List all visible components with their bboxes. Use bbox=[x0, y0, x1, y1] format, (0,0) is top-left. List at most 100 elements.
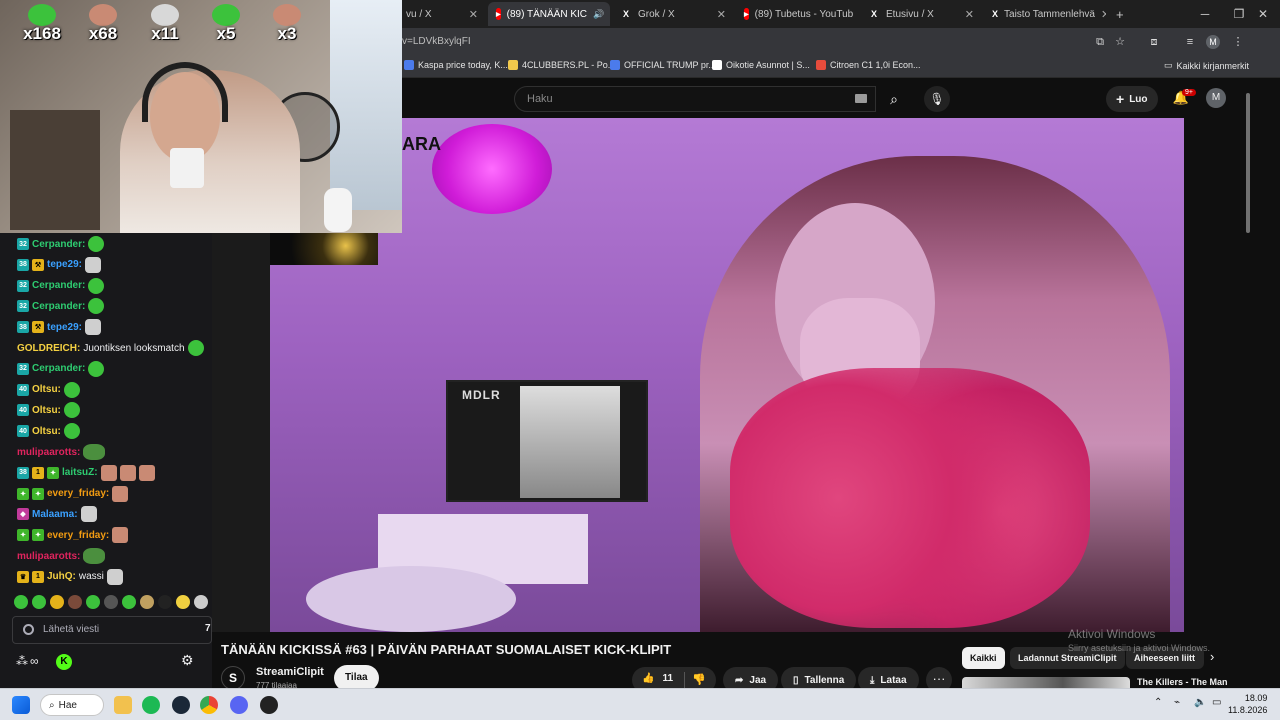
extensions-icon[interactable]: ⧈ bbox=[1146, 34, 1162, 50]
chat-message[interactable]: 40 Oltsu: bbox=[17, 400, 80, 420]
search-button[interactable]: ⌕ bbox=[876, 86, 912, 112]
recommended-thumbnail[interactable] bbox=[962, 677, 1130, 688]
tab-youtube-active[interactable]: ▶ (89) TÄNÄÄN KIC 🔊 ✕ bbox=[488, 2, 610, 26]
emote-icon[interactable] bbox=[140, 595, 154, 609]
infinity-icon[interactable]: ∞ bbox=[30, 654, 39, 668]
taskbar-search[interactable]: ⌕ Hae bbox=[40, 694, 104, 716]
bookmark-trump[interactable]: OFFICIAL TRUMP pr... bbox=[610, 60, 716, 70]
chat-message[interactable]: ✦ ✦ every_friday: bbox=[17, 525, 129, 545]
chat-username[interactable]: Oltsu: bbox=[32, 426, 61, 437]
speaker-icon[interactable]: 🔈 bbox=[1194, 697, 1206, 708]
all-bookmarks[interactable]: ▭ Kaikki kirjanmerkit bbox=[1164, 60, 1249, 71]
chat-message[interactable]: 32 Cerpander: bbox=[17, 234, 105, 254]
chat-message[interactable]: GOLDREICH: Juontiksen looksmatch bbox=[17, 338, 204, 358]
new-tab-button[interactable]: + bbox=[1108, 2, 1128, 26]
cast-icon[interactable]: ⧉ bbox=[1092, 34, 1108, 50]
tab-x-1[interactable]: vu / X ✕ bbox=[398, 2, 486, 26]
chat-username[interactable]: Oltsu: bbox=[32, 384, 61, 395]
network-icon[interactable]: ⌁ bbox=[1174, 697, 1180, 708]
chat-username[interactable]: mulipaarotts: bbox=[17, 551, 80, 562]
chat-username[interactable]: Malaama: bbox=[32, 509, 78, 520]
emote-icon[interactable] bbox=[104, 595, 118, 609]
bookmark-citroen[interactable]: Citroen C1 1,0i Econ... bbox=[816, 60, 921, 70]
chat-username[interactable]: GOLDREICH: bbox=[17, 343, 80, 354]
steam-icon[interactable] bbox=[172, 696, 190, 714]
video-player[interactable]: MDLR ARA bbox=[270, 118, 1184, 632]
tab-grok[interactable]: X Grok / X ✕ bbox=[612, 2, 734, 26]
close-window-icon[interactable]: ✕ bbox=[1246, 0, 1280, 28]
gear-icon[interactable]: ⚙ bbox=[181, 652, 194, 669]
chat-username[interactable]: Oltsu: bbox=[32, 405, 61, 416]
emote-icon[interactable] bbox=[86, 595, 100, 609]
bookmark-4clubbers[interactable]: 4CLUBBERS.PL - Po... bbox=[508, 60, 615, 70]
settings-dots-icon[interactable]: ⁂ bbox=[16, 654, 28, 668]
chat-username[interactable]: Cerpander: bbox=[32, 363, 85, 374]
emote-icon[interactable] bbox=[176, 595, 190, 609]
emote-icon[interactable] bbox=[50, 595, 64, 609]
emote-icon[interactable] bbox=[194, 595, 208, 609]
voice-search-button[interactable]: 🎙 bbox=[924, 86, 950, 112]
chat-username[interactable]: Cerpander: bbox=[32, 280, 85, 291]
chat-message[interactable]: ♛ 1 JuhQ: wassi bbox=[17, 567, 123, 587]
dislike-button[interactable]: 👎 bbox=[692, 673, 706, 686]
bookmark-kaspa[interactable]: Kaspa price today, K... bbox=[404, 60, 508, 70]
taskbar-clock[interactable]: 18.09 11.8.2026 bbox=[1228, 692, 1267, 716]
chat-message[interactable]: 38 ⚒ tepe29: bbox=[17, 317, 102, 337]
close-tab-icon[interactable]: ✕ bbox=[1101, 8, 1106, 21]
scroll-thumb[interactable] bbox=[1246, 93, 1250, 233]
emote-picker-icon[interactable] bbox=[23, 624, 34, 635]
tab-tubetus[interactable]: ▶ (89) Tubetus - YouTub ✕ bbox=[736, 2, 858, 26]
chat-message[interactable]: mulipaarotts: bbox=[17, 442, 106, 462]
like-button[interactable]: 👍 11 bbox=[642, 673, 673, 684]
chat-message[interactable]: 38 1 ✦ laitsuZ: bbox=[17, 463, 155, 483]
chat-input[interactable]: Lähetä viesti bbox=[12, 616, 212, 644]
chat-message[interactable]: ◆ Malaama: bbox=[17, 504, 97, 524]
chat-message[interactable]: 32 Cerpander: bbox=[17, 359, 105, 379]
bookmark-oikotie[interactable]: Oikotie Asunnot | S... bbox=[712, 60, 810, 70]
emote-icon[interactable] bbox=[68, 595, 82, 609]
search-input[interactable]: Haku bbox=[514, 86, 876, 112]
spotify-icon[interactable] bbox=[142, 696, 160, 714]
chat-username[interactable]: Cerpander: bbox=[32, 239, 85, 250]
chat-message[interactable]: 32 Cerpander: bbox=[17, 276, 105, 296]
recommended-title[interactable]: The Killers - The Man bbox=[1137, 677, 1228, 687]
keyboard-icon[interactable] bbox=[855, 94, 867, 103]
minimize-icon[interactable]: ─ bbox=[1188, 0, 1222, 28]
chat-message[interactable]: 32 Cerpander: bbox=[17, 296, 105, 316]
channel-name[interactable]: StreamiClipit bbox=[256, 666, 324, 678]
chat-message[interactable]: mulipaarotts: bbox=[17, 546, 106, 566]
kick-logo-icon[interactable]: K bbox=[56, 654, 72, 670]
emote-picker-bar[interactable] bbox=[14, 592, 212, 612]
chat-username[interactable]: mulipaarotts: bbox=[17, 447, 80, 458]
battery-icon[interactable]: ▭ bbox=[1212, 697, 1221, 708]
file-explorer-icon[interactable] bbox=[114, 696, 132, 714]
chevron-right-icon[interactable]: › bbox=[1210, 649, 1214, 664]
tab-taisto[interactable]: X Taisto Tammenlehvä ✕ bbox=[984, 2, 1106, 26]
chat-username[interactable]: every_friday: bbox=[47, 530, 109, 541]
chat-message[interactable]: 40 Oltsu: bbox=[17, 380, 80, 400]
close-tab-icon[interactable]: ✕ bbox=[469, 8, 478, 21]
media-icon[interactable]: ≡ bbox=[1182, 34, 1198, 50]
chat-username[interactable]: laitsuZ: bbox=[62, 467, 98, 478]
page-scrollbar[interactable] bbox=[1244, 79, 1252, 688]
close-tab-icon[interactable]: ✕ bbox=[965, 8, 974, 21]
obs-icon[interactable] bbox=[260, 696, 278, 714]
star-icon[interactable]: ☆ bbox=[1112, 34, 1128, 50]
create-button[interactable]: + Luo bbox=[1106, 86, 1158, 112]
close-tab-icon[interactable]: ✕ bbox=[717, 8, 726, 21]
chevron-up-icon[interactable]: ⌃ bbox=[1154, 697, 1162, 708]
chat-username[interactable]: tepe29: bbox=[47, 322, 82, 333]
menu-icon[interactable]: ⋮ bbox=[1230, 34, 1246, 50]
emote-icon[interactable] bbox=[32, 595, 46, 609]
chat-message[interactable]: ✦ ✦ every_friday: bbox=[17, 484, 129, 504]
emote-icon[interactable] bbox=[158, 595, 172, 609]
account-avatar[interactable]: M bbox=[1206, 88, 1226, 108]
chat-message[interactable]: 40 Oltsu: bbox=[17, 421, 80, 441]
channel-avatar[interactable]: S bbox=[221, 666, 245, 690]
emote-icon[interactable] bbox=[14, 595, 28, 609]
chat-message[interactable]: 38 ⚒ tepe29: bbox=[17, 255, 102, 275]
speaker-icon[interactable]: 🔊 bbox=[593, 9, 604, 20]
discord-icon[interactable] bbox=[230, 696, 248, 714]
profile-avatar[interactable]: M bbox=[1206, 35, 1220, 49]
chat-username[interactable]: Cerpander: bbox=[32, 301, 85, 312]
